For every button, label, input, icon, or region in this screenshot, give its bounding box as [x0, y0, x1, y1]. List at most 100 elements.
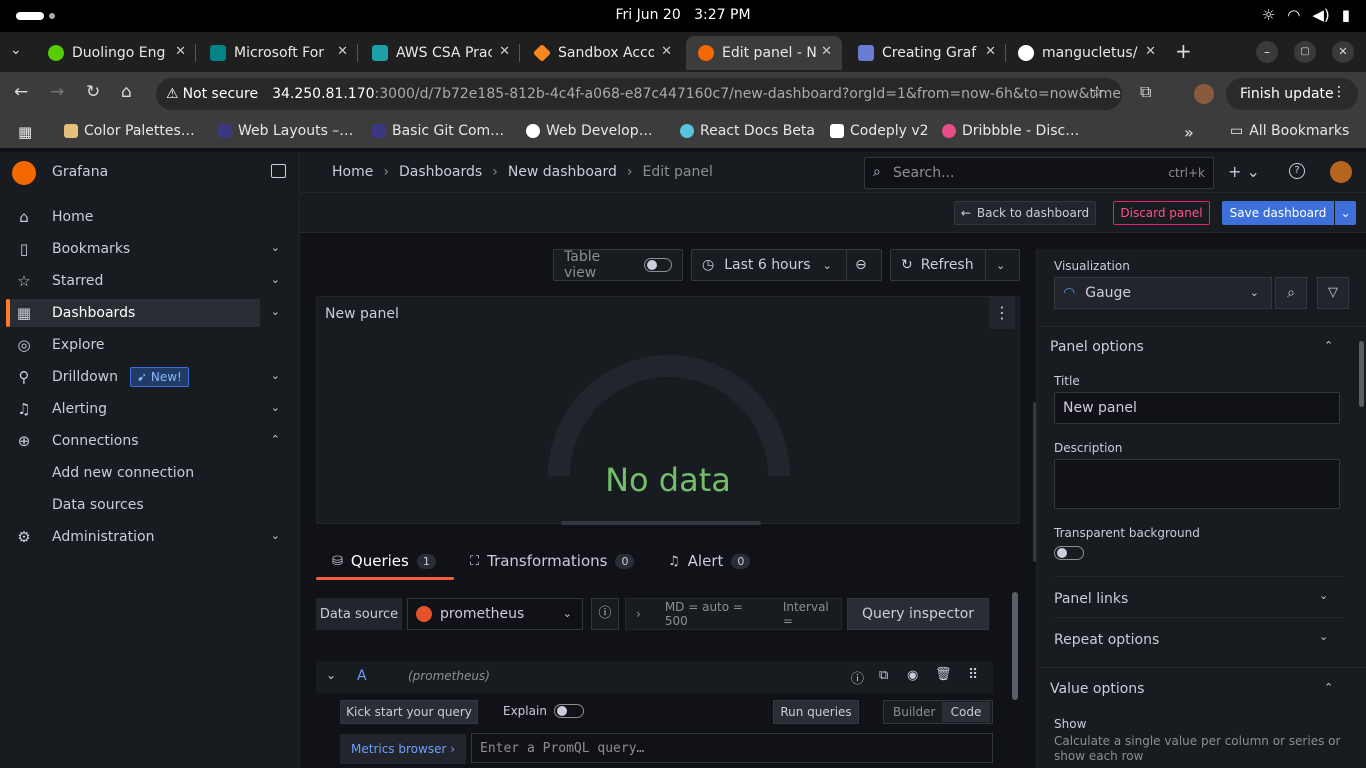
- query-inspector-button[interactable]: Query inspector: [847, 598, 989, 630]
- chevron-down-icon[interactable]: ⌄: [271, 529, 280, 542]
- sidebar-item-administration[interactable]: ⚙ Administration ⌄: [6, 523, 280, 551]
- breadcrumb-new-dashboard[interactable]: New dashboard: [508, 164, 617, 180]
- browser-tab[interactable]: Microsoft For ✕: [198, 36, 358, 70]
- close-tab-icon[interactable]: ✕: [175, 44, 186, 59]
- help-icon[interactable]: ⓘ: [851, 668, 864, 687]
- finish-update-button[interactable]: Finish update ⋮: [1226, 78, 1358, 110]
- promql-query-input[interactable]: Enter a PromQL query…: [471, 733, 993, 763]
- more-bookmarks-icon[interactable]: »: [1184, 123, 1194, 142]
- data-source-picker[interactable]: prometheus ⌄: [407, 598, 583, 630]
- close-tab-icon[interactable]: ✕: [499, 44, 510, 59]
- query-scrollbar[interactable]: [1012, 592, 1018, 700]
- options-scrollbar[interactable]: [1359, 341, 1364, 407]
- tab-queries[interactable]: ⛁ Queries 1: [332, 552, 436, 570]
- browser-tab[interactable]: AWS CSA Prac ✕: [360, 36, 520, 70]
- transparent-background-toggle[interactable]: [1054, 546, 1084, 560]
- bookmark-item[interactable]: Web Layouts –…: [218, 123, 353, 139]
- tab-transformations[interactable]: ⛶ Transformations 0: [470, 552, 635, 570]
- back-to-dashboard-button[interactable]: ← Back to dashboard: [954, 201, 1096, 225]
- bookmark-item[interactable]: Codeply v2: [830, 123, 929, 139]
- filter-options-button[interactable]: ▽: [1317, 277, 1349, 309]
- run-queries-button[interactable]: Run queries: [773, 700, 859, 724]
- data-source-help-button[interactable]: ⓘ: [591, 598, 619, 630]
- breadcrumb-dashboards[interactable]: Dashboards: [399, 164, 482, 180]
- tab-search-icon[interactable]: ⌄: [10, 42, 22, 58]
- time-range-picker[interactable]: ◷ Last 6 hours ⌄: [691, 249, 847, 281]
- browser-tab[interactable]: Creating Graf ✕: [846, 36, 1006, 70]
- bookmark-item[interactable]: React Docs Beta: [680, 123, 815, 139]
- bookmark-star-icon[interactable]: ☆: [1090, 82, 1104, 101]
- address-bar[interactable]: ⚠ Not secure 34.250.81.170:3000/d/7b72e1…: [156, 78, 1122, 110]
- eye-icon[interactable]: ◉: [907, 668, 918, 683]
- metrics-browser-button[interactable]: Metrics browser ›: [340, 734, 466, 764]
- new-tab-button[interactable]: +: [1175, 39, 1192, 63]
- extensions-icon[interactable]: ⧉: [1140, 82, 1151, 102]
- drag-handle-icon[interactable]: ⠿: [968, 667, 978, 683]
- dock-menu-icon[interactable]: [271, 164, 286, 178]
- breadcrumb-home[interactable]: Home: [332, 164, 373, 180]
- profile-avatar[interactable]: [1194, 84, 1214, 104]
- explain-toggle[interactable]: [554, 704, 584, 718]
- chevron-down-icon[interactable]: ⌄: [271, 369, 280, 382]
- grafana-logo-icon[interactable]: [12, 161, 36, 185]
- chevron-down-icon[interactable]: ⌄: [271, 401, 280, 414]
- browser-tab[interactable]: mangucletus/✕: [1006, 36, 1166, 70]
- sidebar-item-explore[interactable]: ◎ Explore: [6, 331, 260, 359]
- panel-title-field[interactable]: New panel: [1054, 392, 1340, 424]
- sidebar-item-bookmarks[interactable]: ▯ Bookmarks ⌄: [6, 235, 280, 263]
- apps-grid-icon[interactable]: ▦: [18, 123, 32, 141]
- maximize-window-button[interactable]: ▢: [1294, 41, 1316, 63]
- user-avatar[interactable]: [1330, 161, 1352, 183]
- refresh-button[interactable]: ↻ Refresh: [890, 249, 986, 281]
- reload-icon[interactable]: ↻: [86, 82, 100, 102]
- help-icon[interactable]: ?: [1289, 163, 1305, 179]
- sidebar-item-starred[interactable]: ☆ Starred ⌄: [6, 267, 280, 295]
- table-view-toggle[interactable]: Table view: [553, 249, 683, 281]
- sidebar-item-connections[interactable]: ⊕ Connections ⌃: [6, 427, 280, 455]
- close-window-button[interactable]: ✕: [1332, 41, 1354, 63]
- panel-options-header[interactable]: Panel options: [1050, 339, 1144, 355]
- browser-tab[interactable]: Duolingo Eng ✕: [36, 36, 196, 70]
- chevron-up-icon[interactable]: ⌃: [1324, 339, 1333, 352]
- system-tray[interactable]: ☼ ◠ ◀) ▮: [1262, 6, 1350, 24]
- minimize-window-button[interactable]: –: [1256, 41, 1278, 63]
- close-tab-icon[interactable]: ✕: [661, 44, 672, 59]
- kick-start-query-button[interactable]: Kick start your query: [340, 700, 478, 724]
- save-dashboard-button[interactable]: Save dashboard: [1222, 201, 1334, 225]
- collapse-chevron-icon[interactable]: ⌄: [326, 668, 336, 682]
- browser-tab[interactable]: Sandbox Acco ✕: [522, 36, 682, 70]
- home-icon[interactable]: ⌂: [121, 82, 132, 102]
- save-options-dropdown[interactable]: ⌄: [1335, 201, 1356, 225]
- panel-resize-handle[interactable]: [561, 521, 761, 525]
- forward-arrow-icon[interactable]: →: [50, 82, 64, 102]
- query-ref-id[interactable]: A: [357, 668, 367, 684]
- search-input[interactable]: ⌕ Search... ctrl+k: [864, 157, 1214, 189]
- sidebar-item-dashboards[interactable]: ▦ Dashboards ⌄: [6, 299, 280, 327]
- system-clock[interactable]: Fri Jun 20 3:27 PM: [0, 7, 1366, 23]
- code-mode-button[interactable]: Code: [942, 702, 990, 722]
- panel-menu-icon[interactable]: ⋮: [989, 297, 1015, 329]
- repeat-options-header[interactable]: Repeat options: [1054, 632, 1159, 648]
- bookmark-item[interactable]: Web Develop…: [526, 123, 653, 139]
- sidebar-item-alerting[interactable]: ♫ Alerting ⌄: [6, 395, 280, 423]
- chevron-down-icon[interactable]: ⌄: [1319, 630, 1328, 643]
- bookmark-item[interactable]: Dribbble - Disc…: [942, 123, 1079, 139]
- query-row-header[interactable]: ⌄ A (prometheus) ⓘ ⧉ ◉ 🗑 ⠿: [316, 661, 993, 693]
- builder-mode-button[interactable]: Builder: [893, 705, 935, 719]
- sidebar-item-drilldown[interactable]: ⚲ Drilldown ➹ New! ⌄: [6, 363, 280, 391]
- panel-links-header[interactable]: Panel links: [1054, 591, 1128, 607]
- chevron-down-icon[interactable]: ⌄: [271, 241, 280, 254]
- chevron-down-icon[interactable]: ⌄: [1319, 589, 1328, 602]
- close-tab-icon[interactable]: ✕: [985, 44, 996, 59]
- trash-icon[interactable]: 🗑: [935, 667, 952, 682]
- bookmark-item[interactable]: Color Palettes…: [64, 123, 195, 139]
- query-options-bar[interactable]: › MD = auto = 500 Interval =: [625, 598, 842, 630]
- all-bookmarks-folder[interactable]: ▭ All Bookmarks: [1230, 123, 1349, 139]
- sidebar-item-home[interactable]: ⌂ Home: [6, 203, 260, 231]
- search-options-button[interactable]: ⌕: [1275, 277, 1307, 309]
- chevron-down-icon[interactable]: ⌄: [271, 273, 280, 286]
- chevron-down-icon[interactable]: ⌄: [271, 305, 280, 318]
- close-tab-icon[interactable]: ✕: [337, 44, 348, 59]
- add-new-icon[interactable]: + ⌄: [1228, 162, 1260, 181]
- security-status[interactable]: Not secure: [183, 86, 259, 102]
